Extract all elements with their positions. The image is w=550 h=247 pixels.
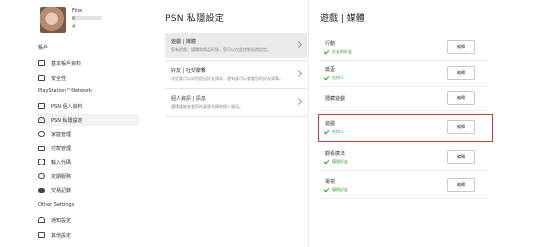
setting-row-activities: 行動 好友的好友 編輯 bbox=[320, 38, 485, 60]
ticket-icon bbox=[38, 159, 45, 165]
sidebar-item-payment[interactable]: 付款管理 bbox=[38, 142, 138, 154]
id-card-icon bbox=[38, 60, 45, 66]
sidebar-item-label: 定期服務 bbox=[51, 173, 72, 180]
lock-icon bbox=[38, 75, 45, 81]
sidebar-item-label: 家庭管理 bbox=[51, 131, 72, 138]
refresh-icon bbox=[38, 173, 45, 179]
category-description: 選擇誰能查看您的真實名稱和個人資訊。 bbox=[171, 104, 243, 109]
divider bbox=[165, 60, 307, 61]
privacy-category-personal-info[interactable]: 個人資訊 | 訊息 選擇誰能查看您的真實名稱和個人資訊。 bbox=[165, 90, 307, 115]
setting-value: 任何人 bbox=[323, 74, 344, 81]
sidebar-item-label: PSN 私隱設定 bbox=[51, 117, 83, 124]
avatar[interactable] bbox=[40, 7, 66, 33]
category-title: 遊戲 | 媒體 bbox=[171, 39, 196, 45]
sidebar-item-security[interactable]: 安全性 bbox=[38, 72, 138, 84]
edit-button[interactable]: 編輯 bbox=[447, 66, 475, 80]
divider bbox=[320, 110, 488, 111]
setting-name: 獎盃 bbox=[325, 67, 336, 73]
category-title: 好友 | 社交聯繫 bbox=[171, 68, 206, 74]
setting-value: 僅限好友 bbox=[323, 158, 348, 165]
divider bbox=[320, 198, 488, 199]
sidebar-item-label: PSN 個人資料 bbox=[51, 103, 83, 110]
section-heading-account: 帳戶 bbox=[38, 45, 49, 51]
edit-button[interactable]: 編輯 bbox=[447, 178, 475, 192]
sidebar-item-label: 安全性 bbox=[51, 75, 67, 82]
setting-row-hidden-games: 隱藏遊戲 編輯 bbox=[320, 91, 485, 115]
highlight-box bbox=[318, 114, 493, 142]
checkmark-icon bbox=[323, 74, 330, 81]
divider bbox=[320, 170, 488, 171]
setting-name: 觀看廣法 bbox=[325, 151, 346, 157]
sidebar-item-label: 基本帳戶資料 bbox=[51, 60, 82, 67]
sidebar-item-basic-account[interactable]: 基本帳戶資料 bbox=[38, 57, 138, 69]
profile-header[interactable]: Fine 6 4 bbox=[40, 7, 140, 35]
setting-value: 好友的好友 bbox=[323, 48, 352, 55]
category-description: 決定誰可以向您提出好友請求，還有誰可以查看您的好友清單。 bbox=[171, 76, 283, 81]
section-heading-psn: PlayStation™Network bbox=[38, 88, 93, 94]
category-description: 您有遊戲、媒體和獎盃紀錄，您可以在此控制私隱設定。 bbox=[171, 47, 271, 52]
sidebar-item-label: 其他設定 bbox=[51, 232, 72, 239]
checkmark-icon bbox=[323, 158, 330, 165]
sidebar-item-label: 通知設定 bbox=[51, 217, 72, 224]
panel-divider bbox=[308, 0, 309, 247]
setting-name: 電視 bbox=[325, 179, 336, 185]
divider bbox=[320, 86, 488, 87]
setting-row-trophies: 獎盃 任何人 編輯 bbox=[320, 64, 485, 86]
sidebar-item-label: 付款管理 bbox=[51, 145, 72, 152]
sidebar-item-other-settings[interactable]: 其他設定 bbox=[38, 229, 138, 241]
profile-line-2: 6 bbox=[72, 16, 76, 22]
detail-title: 遊戲 | 媒體 bbox=[320, 14, 365, 24]
credit-card-icon bbox=[38, 145, 45, 151]
sidebar-item-notifications[interactable]: 通知設定 bbox=[38, 214, 138, 226]
sidebar-item-redeem-code[interactable]: 輸入代碼 bbox=[38, 156, 138, 168]
sidebar-item-psn-privacy[interactable]: PSN 私隱設定 bbox=[38, 114, 138, 126]
sidebar-item-subscriptions[interactable]: 定期服務 bbox=[38, 170, 138, 182]
divider bbox=[165, 88, 307, 89]
checkmark-icon bbox=[323, 48, 330, 55]
sidebar-item-psn-profile[interactable]: PSN 個人資料 bbox=[38, 100, 138, 112]
user-lock-icon bbox=[38, 117, 45, 123]
settings-icon bbox=[38, 232, 45, 238]
sidebar-item-label: 交易記錄 bbox=[51, 187, 72, 194]
sidebar-item-label: 輸入代碼 bbox=[51, 159, 72, 166]
privacy-category-games-media[interactable]: 遊戲 | 媒體 您有遊戲、媒體和獎盃紀錄，您可以在此控制私隱設定。 bbox=[165, 33, 307, 58]
setting-row-tv: 電視 僅限好友 編輯 bbox=[320, 176, 485, 198]
profile-name: Fine bbox=[72, 8, 83, 14]
page-title: PSN 私隱設定 bbox=[165, 14, 225, 24]
divider bbox=[320, 60, 488, 61]
edit-button[interactable]: 編輯 bbox=[447, 40, 475, 54]
family-icon bbox=[38, 131, 45, 137]
setting-name: 隱藏遊戲 bbox=[325, 96, 346, 102]
id-card-icon bbox=[38, 103, 45, 109]
edit-button[interactable]: 編輯 bbox=[447, 91, 475, 105]
privacy-category-friends-social[interactable]: 好友 | 社交聯繫 決定誰可以向您提出好友請求，還有誰可以查看您的好友清單。 bbox=[165, 62, 307, 87]
sidebar-item-family[interactable]: 家庭管理 bbox=[38, 128, 138, 140]
divider bbox=[165, 116, 307, 117]
profile-line-3: 4 bbox=[72, 24, 76, 30]
setting-value: 僅限好友 bbox=[323, 186, 348, 193]
toggle-icon bbox=[38, 187, 45, 193]
sidebar: Fine 6 4 帳戶 基本帳戶資料 安全性 PlayStation™Netwo… bbox=[0, 0, 148, 247]
edit-button[interactable]: 編輯 bbox=[447, 150, 475, 164]
category-title: 個人資訊 | 訊息 bbox=[171, 96, 206, 102]
setting-name: 行動 bbox=[325, 41, 336, 47]
bell-icon bbox=[38, 217, 45, 223]
sidebar-item-transactions[interactable]: 交易記錄 bbox=[38, 184, 138, 196]
setting-row-broadcast: 觀看廣法 僅限好友 編輯 bbox=[320, 148, 485, 170]
section-heading-other: Other Settings bbox=[38, 202, 75, 208]
redacted-field bbox=[72, 16, 102, 20]
checkmark-icon bbox=[323, 186, 330, 193]
